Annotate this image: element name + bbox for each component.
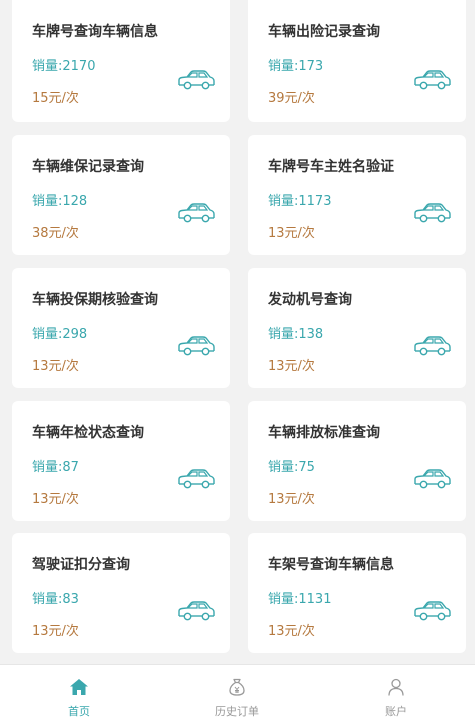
card-sales: 销量:1131 [268,592,332,607]
card-price: 13元/次 [268,492,315,507]
product-card[interactable]: 车架号查询车辆信息 销量:1131 13元/次 [248,533,466,653]
card-price: 13元/次 [32,624,79,639]
card-title: 车辆维保记录查询 [32,159,144,175]
product-card[interactable]: 车辆出险记录查询 销量:173 39元/次 [248,0,466,122]
money-bag-icon [229,678,245,696]
card-price: 13元/次 [32,492,79,507]
product-card[interactable]: 车牌号查询车辆信息 销量:2170 15元/次 [12,0,230,122]
card-sales: 销量:138 [268,327,324,342]
tab-history-orders[interactable]: 历史订单 [158,665,316,720]
card-sales: 销量:173 [268,59,324,74]
card-title: 车架号查询车辆信息 [268,557,394,573]
product-card[interactable]: 车辆年检状态查询 销量:87 13元/次 [12,401,230,521]
card-sales: 销量:75 [268,460,315,475]
card-title: 车辆出险记录查询 [268,24,380,40]
card-sales: 销量:83 [32,592,79,607]
card-price: 13元/次 [268,226,315,241]
car-icon [414,203,451,223]
card-price: 13元/次 [32,359,79,374]
card-sales: 销量:87 [32,460,79,475]
home-icon [70,679,88,695]
product-card[interactable]: 车牌号车主姓名验证 销量:1173 13元/次 [248,135,466,255]
product-card[interactable]: 驾驶证扣分查询 销量:83 13元/次 [12,533,230,653]
car-icon [178,601,215,621]
car-icon [414,336,451,356]
card-price: 38元/次 [32,226,79,241]
card-title: 车辆排放标准查询 [268,425,380,441]
card-price: 13元/次 [268,359,315,374]
car-icon [414,601,451,621]
card-title: 驾驶证扣分查询 [32,557,130,573]
card-title: 车辆年检状态查询 [32,425,144,441]
car-icon [178,336,215,356]
card-sales: 销量:128 [32,194,88,209]
product-grid: 车牌号查询车辆信息 销量:2170 15元/次 车辆出险记录查询 销量:173 … [0,0,475,664]
card-sales: 销量:298 [32,327,88,342]
car-icon [414,469,451,489]
car-icon [178,70,215,90]
card-price: 39元/次 [268,91,315,106]
product-card[interactable]: 车辆排放标准查询 销量:75 13元/次 [248,401,466,521]
bottom-tab-bar: 首页 历史订单 账户 [0,664,475,720]
person-icon [388,678,404,696]
tab-account[interactable]: 账户 [317,665,475,720]
product-card[interactable]: 车辆投保期核验查询 销量:298 13元/次 [12,268,230,388]
tab-account-label: 账户 [385,705,407,718]
card-title: 车辆投保期核验查询 [32,292,158,308]
card-sales: 销量:2170 [32,59,96,74]
card-price: 13元/次 [268,624,315,639]
car-icon [178,203,215,223]
car-icon [178,469,215,489]
card-title: 车牌号车主姓名验证 [268,159,394,175]
tab-history-orders-label: 历史订单 [215,705,259,718]
product-card[interactable]: 车辆维保记录查询 销量:128 38元/次 [12,135,230,255]
card-title: 车牌号查询车辆信息 [32,24,158,40]
card-title: 发动机号查询 [268,292,352,308]
tab-home[interactable]: 首页 [0,665,158,720]
product-card[interactable]: 发动机号查询 销量:138 13元/次 [248,268,466,388]
card-sales: 销量:1173 [268,194,332,209]
tab-home-label: 首页 [68,705,90,718]
card-price: 15元/次 [32,91,79,106]
car-icon [414,70,451,90]
